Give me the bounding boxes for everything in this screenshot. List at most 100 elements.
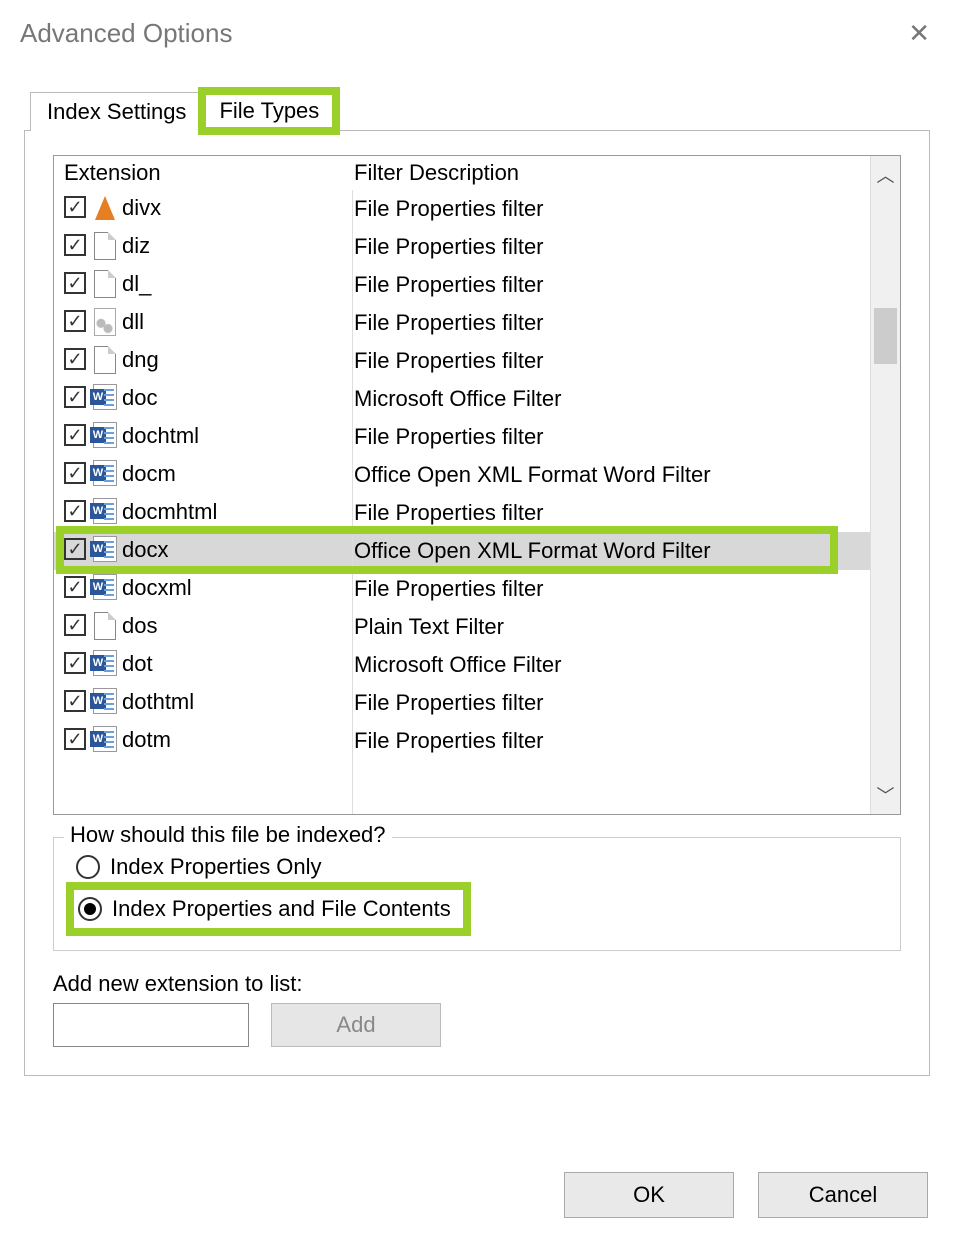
table-row[interactable]: dothtml File Properties filter xyxy=(54,684,870,722)
window-title: Advanced Options xyxy=(20,18,232,49)
filter-description: File Properties filter xyxy=(344,228,870,266)
column-header-extension[interactable]: Extension xyxy=(54,156,344,190)
table-row[interactable]: dochtml File Properties filter xyxy=(54,418,870,456)
radio-label: Index Properties and File Contents xyxy=(112,896,451,922)
checkbox-icon[interactable] xyxy=(64,272,86,294)
filter-description: Microsoft Office Filter xyxy=(344,646,870,684)
checkbox-icon[interactable] xyxy=(64,538,86,560)
extension-label: docx xyxy=(122,537,168,562)
filter-description: File Properties filter xyxy=(344,722,870,760)
file-icon xyxy=(92,232,118,262)
filter-description: Office Open XML Format Word Filter xyxy=(344,532,870,570)
column-divider[interactable] xyxy=(352,156,353,814)
table-row[interactable]: doc Microsoft Office Filter xyxy=(54,380,870,418)
checkbox-icon[interactable] xyxy=(64,348,86,370)
tab-strip: Index Settings File Types xyxy=(24,90,930,131)
close-icon[interactable]: ✕ xyxy=(900,14,938,53)
add-extension-section: Add new extension to list: Add xyxy=(53,971,901,1047)
tab-file-types[interactable]: File Types xyxy=(202,91,336,131)
table-row[interactable]: docx Office Open XML Format Word Filter xyxy=(54,532,870,570)
extension-label: docm xyxy=(122,461,176,486)
extension-label: dot xyxy=(122,651,153,676)
filter-description: File Properties filter xyxy=(344,494,870,532)
checkbox-icon[interactable] xyxy=(64,500,86,522)
checkbox-icon[interactable] xyxy=(64,462,86,484)
filter-description: File Properties filter xyxy=(344,342,870,380)
word-file-icon xyxy=(92,574,118,604)
extension-label: diz xyxy=(122,233,150,258)
word-file-icon xyxy=(92,460,118,490)
table-row[interactable]: dotm File Properties filter xyxy=(54,722,870,760)
gear-file-icon xyxy=(92,308,118,338)
checkbox-icon[interactable] xyxy=(64,576,86,598)
column-header-filter[interactable]: Filter Description xyxy=(344,156,870,190)
extension-label: dng xyxy=(122,347,159,372)
filter-description: File Properties filter xyxy=(344,570,870,608)
extension-label: docmhtml xyxy=(122,499,217,524)
filter-description: File Properties filter xyxy=(344,684,870,722)
scroll-up-icon[interactable]: ︿ xyxy=(877,162,895,188)
extension-label: docxml xyxy=(122,575,192,600)
dialog-footer: OK Cancel xyxy=(564,1172,928,1218)
filter-description: Office Open XML Format Word Filter xyxy=(344,456,870,494)
checkbox-icon[interactable] xyxy=(64,614,86,636)
extension-label: dotm xyxy=(122,727,171,752)
extension-label: dothtml xyxy=(122,689,194,714)
tab-index-settings[interactable]: Index Settings xyxy=(30,92,203,131)
tab-panel-file-types: Extension Filter Description divx File Pr… xyxy=(24,131,930,1076)
file-icon xyxy=(92,270,118,300)
table-row[interactable]: dng File Properties filter xyxy=(54,342,870,380)
radio-label: Index Properties Only xyxy=(110,854,322,880)
filter-description: File Properties filter xyxy=(344,190,870,228)
radio-properties-and-contents[interactable]: Index Properties and File Contents xyxy=(76,892,461,926)
scroll-track[interactable] xyxy=(871,188,900,782)
checkbox-icon[interactable] xyxy=(64,652,86,674)
group-legend: How should this file be indexed? xyxy=(64,822,392,848)
ok-button[interactable]: OK xyxy=(564,1172,734,1218)
checkbox-icon[interactable] xyxy=(64,690,86,712)
new-extension-input[interactable] xyxy=(53,1003,249,1047)
word-file-icon xyxy=(92,384,118,414)
index-mode-group: How should this file be indexed? Index P… xyxy=(53,837,901,951)
table-row[interactable]: docmhtml File Properties filter xyxy=(54,494,870,532)
radio-icon xyxy=(76,855,100,879)
table-row[interactable]: dl_ File Properties filter xyxy=(54,266,870,304)
extension-label: doc xyxy=(122,385,157,410)
filter-description: Microsoft Office Filter xyxy=(344,380,870,418)
word-file-icon xyxy=(92,688,118,718)
extension-label: dochtml xyxy=(122,423,199,448)
table-row[interactable]: divx File Properties filter xyxy=(54,190,870,228)
checkbox-icon[interactable] xyxy=(64,234,86,256)
table-row[interactable]: dll File Properties filter xyxy=(54,304,870,342)
table-row[interactable]: diz File Properties filter xyxy=(54,228,870,266)
filter-description: File Properties filter xyxy=(344,418,870,456)
extension-label: divx xyxy=(122,195,161,220)
file-icon xyxy=(92,346,118,376)
checkbox-icon[interactable] xyxy=(64,310,86,332)
radio-properties-only[interactable]: Index Properties Only xyxy=(72,848,882,886)
checkbox-icon[interactable] xyxy=(64,386,86,408)
checkbox-icon[interactable] xyxy=(64,196,86,218)
checkbox-icon[interactable] xyxy=(64,728,86,750)
add-button[interactable]: Add xyxy=(271,1003,441,1047)
filter-description: File Properties filter xyxy=(344,266,870,304)
file-type-list: Extension Filter Description divx File Pr… xyxy=(53,155,901,815)
checkbox-icon[interactable] xyxy=(64,424,86,446)
cancel-button[interactable]: Cancel xyxy=(758,1172,928,1218)
table-row[interactable]: docxml File Properties filter xyxy=(54,570,870,608)
scrollbar-vertical[interactable]: ︿ ﹀ xyxy=(870,156,900,814)
dialog-body: Index Settings File Types Extension Filt… xyxy=(0,62,954,1076)
filter-description: Plain Text Filter xyxy=(344,608,870,646)
extension-label: dll xyxy=(122,309,144,334)
word-file-icon xyxy=(92,536,118,566)
table-row[interactable]: docm Office Open XML Format Word Filter xyxy=(54,456,870,494)
table-row[interactable]: dosPlain Text Filter xyxy=(54,608,870,646)
filter-description: File Properties filter xyxy=(344,304,870,342)
scroll-thumb[interactable] xyxy=(874,308,897,364)
vlc-cone-icon xyxy=(92,194,118,224)
scroll-down-icon[interactable]: ﹀ xyxy=(877,782,895,808)
file-icon xyxy=(92,612,118,642)
radio-icon xyxy=(78,897,102,921)
table-row[interactable]: dot Microsoft Office Filter xyxy=(54,646,870,684)
extension-label: dl_ xyxy=(122,271,151,296)
